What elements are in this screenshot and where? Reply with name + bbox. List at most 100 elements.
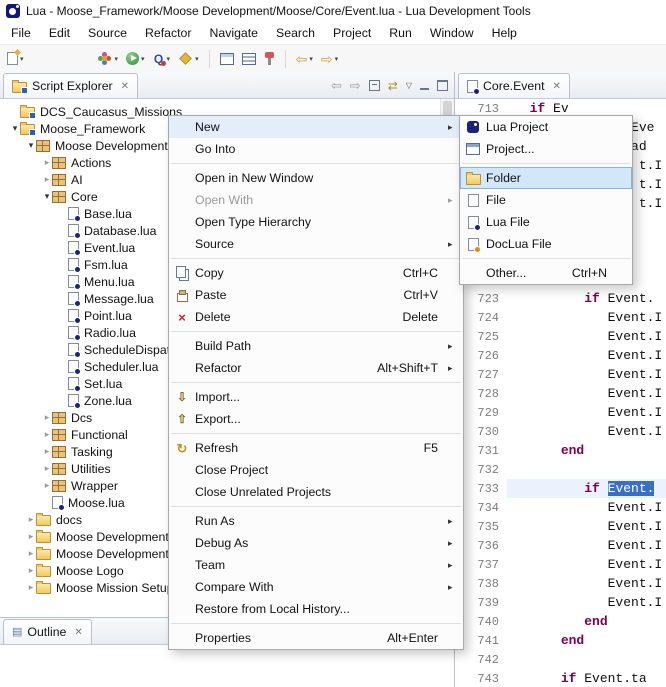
menu-edit[interactable]: Edit: [40, 23, 79, 43]
expand-arrow-icon[interactable]: ▸: [26, 531, 36, 542]
code-line: 729 Event.I: [455, 403, 666, 422]
expand-arrow-icon[interactable]: ▾: [26, 140, 36, 151]
external-tools-button[interactable]: ▾: [93, 48, 122, 70]
close-icon[interactable]: ✕: [121, 81, 129, 92]
package-icon: [36, 140, 50, 152]
menu-project[interactable]: Project: [324, 23, 380, 43]
expand-arrow-icon[interactable]: ▸: [26, 565, 36, 576]
menu-item-label: DocLua File: [486, 237, 607, 251]
menu-item-source[interactable]: Source▸: [169, 233, 463, 255]
minimize-icon[interactable]: [420, 88, 429, 90]
close-icon[interactable]: ✕: [74, 627, 82, 638]
code-span: Event.I: [514, 424, 662, 439]
run-button[interactable]: ▾: [123, 48, 148, 70]
expand-arrow-icon[interactable]: ▸: [42, 429, 52, 440]
submenu-item-other[interactable]: Other...Ctrl+N: [460, 262, 632, 284]
menu-item-label: File: [486, 193, 607, 207]
folder-icon: [36, 515, 51, 526]
menu-separator: [169, 430, 463, 437]
menu-item-refactor[interactable]: RefactorAlt+Shift+T▸: [169, 357, 463, 379]
tab-core-event[interactable]: Core.Event ✕: [458, 73, 570, 98]
expand-arrow-icon[interactable]: ▸: [26, 548, 36, 559]
expand-arrow-icon[interactable]: ▸: [42, 446, 52, 457]
keyword: end: [584, 614, 607, 629]
lua-icon: [68, 377, 79, 390]
context-menu: New▸Go IntoOpen in New WindowOpen With▸O…: [168, 115, 464, 650]
menu-item-open-in-new-window[interactable]: Open in New Window: [169, 167, 463, 189]
tree-item-label: Scheduler.lua: [84, 360, 159, 374]
open-console-button[interactable]: [239, 48, 259, 70]
grid-icon: [220, 53, 234, 65]
menu-item-copy[interactable]: CopyCtrl+C: [169, 262, 463, 284]
menu-item-label: Close Project: [195, 463, 438, 477]
expand-arrow-icon[interactable]: ▸: [26, 582, 36, 593]
expand-arrow-icon[interactable]: ▸: [26, 514, 36, 525]
tab-outline[interactable]: ▤ Outline ✕: [3, 619, 92, 644]
menu-file[interactable]: File: [2, 23, 40, 43]
paste-icon: [169, 289, 195, 302]
back-button[interactable]: ⇦▾: [293, 48, 316, 70]
tab-script-explorer[interactable]: Script Explorer ✕: [3, 73, 138, 98]
submenu-item-lua-project[interactable]: Lua Project: [460, 116, 632, 138]
expand-arrow-icon[interactable]: ▾: [42, 191, 52, 202]
submenu-arrow-icon: ▸: [448, 516, 460, 527]
view-menu-icon[interactable]: ▽: [406, 81, 412, 90]
menu-help[interactable]: Help: [483, 23, 526, 43]
expand-arrow-icon[interactable]: ▸: [42, 174, 52, 185]
submenu-item-project[interactable]: Project...: [460, 138, 632, 160]
menu-item-run-as[interactable]: Run As▸: [169, 510, 463, 532]
code-text: if Event.: [507, 479, 666, 498]
expand-arrow-icon[interactable]: ▸: [42, 463, 52, 474]
menu-navigate[interactable]: Navigate: [200, 23, 267, 43]
menu-item-restore-from-local-history[interactable]: Restore from Local History...: [169, 598, 463, 620]
menu-item-refresh[interactable]: ↻RefreshF5: [169, 437, 463, 459]
menu-item-go-into[interactable]: Go Into: [169, 138, 463, 160]
expand-arrow-icon[interactable]: ▸: [42, 412, 52, 423]
menu-refactor[interactable]: Refactor: [136, 23, 200, 43]
show-view-button[interactable]: [217, 48, 237, 70]
menu-search[interactable]: Search: [267, 23, 324, 43]
menu-item-new[interactable]: New▸: [169, 116, 463, 138]
lua-icon: [68, 360, 79, 373]
submenu-item-file[interactable]: File: [460, 189, 632, 211]
pin-editor-button[interactable]: [261, 48, 278, 70]
menu-item-label: Import...: [195, 390, 438, 404]
submenu-item-folder[interactable]: Folder: [460, 167, 632, 189]
maximize-icon[interactable]: [437, 80, 448, 91]
code-text: Event.I: [507, 536, 666, 555]
launch-wizard-button[interactable]: ▾: [175, 48, 202, 70]
menu-item-delete[interactable]: ×DeleteDelete: [169, 306, 463, 328]
code-span: Event.ta: [576, 671, 646, 686]
submenu-item-doclua-file[interactable]: DocLua File: [460, 233, 632, 255]
menu-window[interactable]: Window: [421, 23, 483, 43]
back-icon[interactable]: ⇦: [331, 79, 342, 92]
menu-run[interactable]: Run: [380, 23, 421, 43]
new-button[interactable]: ▾: [4, 48, 27, 70]
submenu-item-lua-file[interactable]: Lua File: [460, 211, 632, 233]
code-line: 725 Event.I: [455, 327, 666, 346]
close-icon[interactable]: ✕: [553, 81, 561, 92]
link-with-editor-icon[interactable]: ⇄: [388, 80, 398, 92]
expand-arrow-icon[interactable]: ▸: [42, 480, 52, 491]
expand-arrow-icon[interactable]: ▸: [42, 157, 52, 168]
expand-arrow-icon[interactable]: ▾: [10, 123, 20, 134]
menu-item-paste[interactable]: PasteCtrl+V: [169, 284, 463, 306]
code-text: Event.I: [507, 574, 666, 593]
menu-item-debug-as[interactable]: Debug As▸: [169, 532, 463, 554]
forward-button[interactable]: ⇨▾: [318, 48, 341, 70]
menu-item-open-type-hierarchy[interactable]: Open Type Hierarchy: [169, 211, 463, 233]
menu-item-import[interactable]: ⇩Import...: [169, 386, 463, 408]
menu-item-close-project[interactable]: Close Project: [169, 459, 463, 481]
menu-item-label: Go Into: [195, 142, 438, 156]
menu-item-team[interactable]: Team▸: [169, 554, 463, 576]
menu-item-properties[interactable]: PropertiesAlt+Enter: [169, 627, 463, 649]
profile-button[interactable]: Q▾: [150, 48, 174, 70]
menu-item-close-unrelated-projects[interactable]: Close Unrelated Projects: [169, 481, 463, 503]
menu-source[interactable]: Source: [79, 23, 136, 43]
menu-item-build-path[interactable]: Build Path▸: [169, 335, 463, 357]
forward-icon[interactable]: ⇨: [350, 79, 361, 92]
lua-icon: [52, 496, 63, 509]
menu-item-compare-with[interactable]: Compare With▸: [169, 576, 463, 598]
collapse-all-icon[interactable]: [369, 80, 380, 91]
menu-item-export[interactable]: ⇧Export...: [169, 408, 463, 430]
